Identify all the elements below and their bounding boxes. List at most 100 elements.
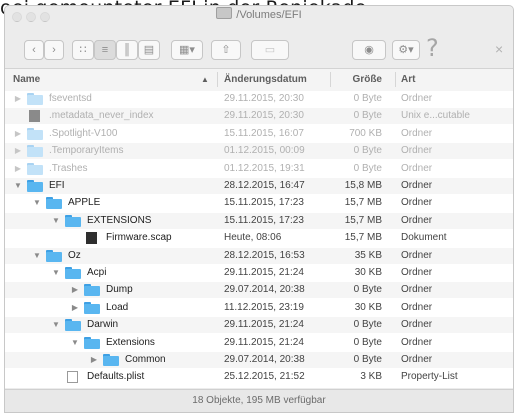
disclosure-expanded-icon[interactable]: ▼ [51,216,61,225]
file-kind: Ordner [401,162,433,174]
table-row[interactable]: Defaults.plist 25.12.2015, 21:52 3 KB Prope… [5,369,513,385]
disclosure-collapsed-icon[interactable]: ▶ [70,303,80,312]
table-row[interactable]: ▶ .Spotlight-V100 15.11.2015, 16:07 700 KB O… [5,126,513,142]
file-size: 0 Byte [353,145,382,157]
file-size: 0 Byte [353,110,382,122]
file-name: fseventsd [49,93,92,104]
file-kind: Ordner [401,180,433,191]
back-button[interactable]: ‹ [24,40,44,60]
view-icons-button[interactable]: ∷ [72,40,94,60]
disclosure-collapsed-icon[interactable]: ▶ [89,355,99,364]
file-kind: Ordner [401,145,433,157]
disclosure-collapsed-icon[interactable]: ▶ [13,129,23,138]
file-date: 01.12.2015, 19:31 [224,162,305,174]
file-size: 15,7 MB [344,214,382,226]
chevron-right-icon: › [52,44,56,56]
file-name: .Trashes [49,162,88,174]
table-row[interactable]: ▶ Common 29.07.2014, 20:38 0 Byte Ordner [5,352,513,368]
folder-icon [65,267,81,279]
chevron-left-icon: ‹ [32,44,36,56]
folder-icon [27,127,43,140]
view-list-icon: ≡ [101,44,109,56]
close-icon[interactable]: × [495,41,503,57]
table-row[interactable]: ▼ EXTENSIONS 15.11.2015, 17:23 15,7 MB Ordne… [5,212,513,229]
table-row[interactable]: ▶ Load 11.12.2015, 23:19 30 KB Ordner [5,300,513,316]
file-name: Common [125,354,166,365]
disclosure-expanded-icon[interactable]: ▼ [51,268,61,277]
file-date: 15.11.2015, 16:07 [224,127,304,139]
help-button[interactable]: ? [426,34,439,62]
column-size-header[interactable]: Größe [353,74,382,85]
file-date: 15.11.2015, 17:23 [224,197,304,209]
disclosure-expanded-icon[interactable]: ▼ [51,320,61,329]
column-divider[interactable] [395,72,396,87]
table-row[interactable]: Firmware.scap Heute, 08:06 15,7 MB Dokument [5,230,513,246]
file-kind: Ordner [401,127,433,139]
gear-icon: ⚙▾ [398,44,414,56]
view-list-button[interactable]: ≡ [94,40,116,60]
table-row[interactable]: ▶ fseventsd 29.11.2015, 20:30 0 Byte Ordner [5,91,513,107]
table-row[interactable]: ▼ Extensions 29.11.2015, 21:24 0 Byte Ordner [5,335,513,351]
folder-icon [103,354,119,366]
window-title: /Volumes/EFI [5,7,513,21]
quicklook-button[interactable]: ◉ [352,40,386,60]
table-row[interactable]: ▶ Dump 29.07.2014, 20:38 0 Byte Ordner [5,282,513,299]
folder-icon [27,145,43,158]
file-name: Dump [106,284,133,296]
table-row[interactable]: .metadata_never_index 29.11.2015, 20:30 0 … [5,108,513,125]
file-icon [86,232,97,245]
view-coverflow-button[interactable]: ▤ [138,40,160,60]
file-date: 29.11.2015, 21:24 [224,267,304,278]
disclosure-expanded-icon[interactable]: ▼ [32,251,42,260]
table-row[interactable]: ▼ APPLE 15.11.2015, 17:23 15,7 MB Ordner [5,195,513,211]
disclosure-collapsed-icon[interactable]: ▶ [70,285,80,294]
column-kind-header[interactable]: Art [401,74,415,85]
file-size: 35 KB [354,249,382,261]
folder-icon [27,180,43,192]
file-size: 0 Byte [353,162,382,174]
table-row[interactable]: ▼ EFI 28.12.2015, 16:47 15,8 MB Ordner [5,178,513,194]
share-button[interactable]: ⇧ [211,40,241,60]
forward-button[interactable]: › [44,40,64,60]
disclosure-collapsed-icon[interactable]: ▶ [13,94,23,103]
file-kind: Ordner [401,197,433,209]
action-button[interactable]: ⚙▾ [392,40,420,60]
column-divider[interactable] [217,72,218,87]
file-name: EFI [49,180,65,191]
folder-icon [46,249,62,262]
table-row[interactable]: ▼ Acpi 29.11.2015, 21:24 30 KB Ordner [5,265,513,281]
file-size: 15,7 MB [344,197,382,209]
eye-icon: ◉ [364,44,374,56]
arrange-button[interactable]: ▦▾ [171,40,203,60]
folder-icon [46,197,62,210]
file-date: 15.11.2015, 17:23 [224,214,304,226]
column-date-header[interactable]: Änderungsdatum [224,74,307,85]
sort-ascending-icon[interactable]: ▲ [201,75,209,84]
table-row[interactable]: ▼ Oz 28.12.2015, 16:53 35 KB Ordner [5,247,513,264]
file-kind: Dokument [401,232,447,244]
disclosure-expanded-icon[interactable]: ▼ [70,338,80,347]
file-size: 30 KB [354,267,382,278]
view-columns-button[interactable]: ║ [116,40,138,60]
column-divider[interactable] [330,72,331,87]
file-date: 29.11.2015, 21:24 [224,336,304,348]
folder-icon [65,214,81,227]
folder-icon [27,93,43,105]
table-row[interactable]: ▶ .TemporaryItems 01.12.2015, 00:09 0 Byte O… [5,143,513,160]
tag-button[interactable]: ▭ [251,40,289,60]
file-name: Load [106,301,129,313]
file-name: .Spotlight-V100 [49,127,118,139]
file-name: .metadata_never_index [49,110,154,122]
table-row[interactable]: ▼ Darwin 29.11.2015, 21:24 0 Byte Ordner [5,317,513,334]
column-name-header[interactable]: Name [13,74,40,85]
disclosure-expanded-icon[interactable]: ▼ [32,198,42,207]
file-date: 29.11.2015, 20:30 [224,93,304,104]
disclosure-collapsed-icon[interactable]: ▶ [13,146,23,155]
disclosure-expanded-icon[interactable]: ▼ [13,181,23,190]
disk-icon [216,7,233,19]
disclosure-collapsed-icon[interactable]: ▶ [13,164,23,173]
table-row[interactable]: ▶ .Trashes 01.12.2015, 19:31 0 Byte Ordner [5,161,513,177]
title-bar[interactable]: /Volumes/EFI [5,6,513,26]
file-kind: Ordner [401,354,433,365]
folder-icon [84,336,100,349]
